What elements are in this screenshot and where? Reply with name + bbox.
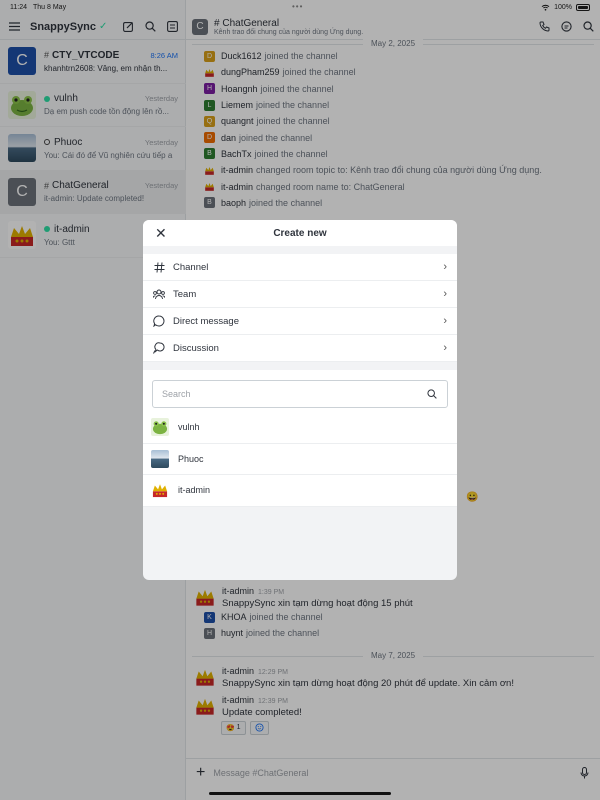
home-indicator[interactable]: [209, 792, 391, 795]
option-direct-message[interactable]: Direct message ›: [143, 308, 457, 335]
avatar: [151, 449, 169, 468]
search-field[interactable]: [152, 380, 448, 408]
user-list: vulnh Phuoc it-admin: [143, 412, 457, 507]
chevron-right-icon: ›: [443, 315, 447, 327]
search-icon: [426, 388, 438, 400]
option-discussion[interactable]: Discussion ›: [143, 335, 457, 362]
user-item-phuoc[interactable]: Phuoc: [143, 444, 457, 475]
chevron-right-icon: ›: [443, 342, 447, 354]
user-search: [143, 370, 457, 412]
chevron-right-icon: ›: [443, 288, 447, 300]
create-new-modal: ✕ Create new Channel › Team › Direct mes…: [143, 220, 457, 580]
option-team[interactable]: Team ›: [143, 281, 457, 308]
discussion-icon: [153, 342, 165, 354]
user-name: it-admin: [178, 485, 211, 496]
modal-header: ✕ Create new: [143, 220, 457, 246]
user-item-it-admin[interactable]: it-admin: [143, 475, 457, 507]
close-icon[interactable]: ✕: [155, 226, 169, 240]
user-name: Phuoc: [178, 453, 204, 464]
frog-avatar-icon: [151, 418, 169, 437]
team-icon: [153, 288, 165, 300]
option-channel[interactable]: Channel ›: [143, 254, 457, 281]
chevron-right-icon: ›: [443, 261, 447, 273]
direct-message-icon: [153, 315, 165, 327]
user-item-vulnh[interactable]: vulnh: [143, 412, 457, 444]
crown-avatar-icon: [151, 481, 169, 500]
hash-icon: [153, 261, 165, 273]
create-options: Channel › Team › Direct message › Discus…: [143, 254, 457, 362]
search-input[interactable]: [162, 389, 426, 399]
modal-title: Create new: [273, 227, 327, 239]
user-name: vulnh: [178, 422, 200, 433]
